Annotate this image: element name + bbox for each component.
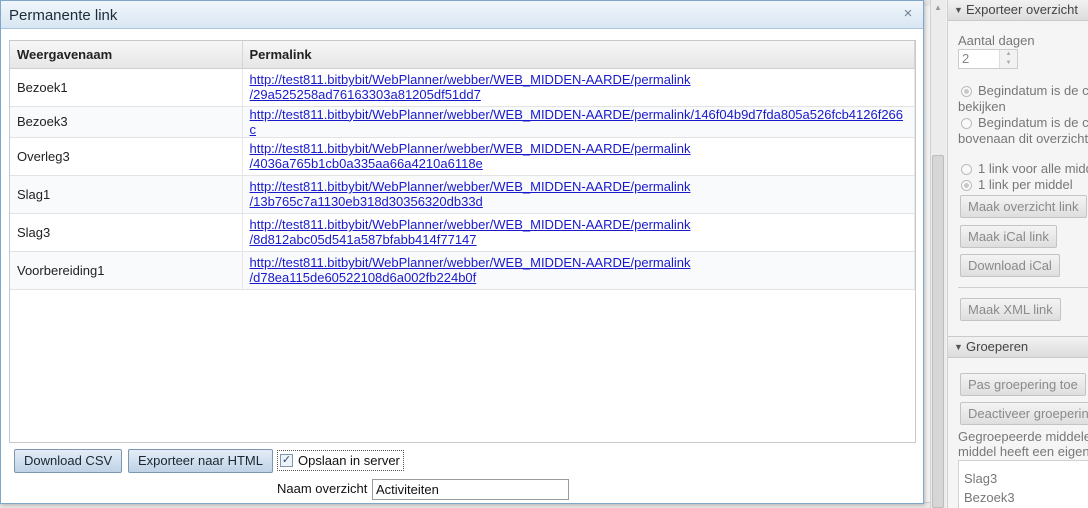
radio-start-date-view-label: Begindatum is de c bbox=[978, 83, 1088, 98]
row-display-name: Bezoek1 bbox=[10, 68, 243, 107]
row-display-name: Bezoek3 bbox=[10, 106, 243, 138]
radio-start-date-top-label: Begindatum is de c bbox=[978, 115, 1088, 130]
days-spinner[interactable]: 2 ▲ ▼ bbox=[958, 49, 1018, 69]
row-permalink-cell: http://test811.bitbybit/WebPlanner/webbe… bbox=[242, 137, 915, 176]
download-csv-button[interactable]: Download CSV bbox=[14, 449, 123, 473]
row-display-name: Slag3 bbox=[10, 213, 243, 252]
permalink-link[interactable]: http://test811.bitbybit/WebPlanner/webbe… bbox=[250, 107, 908, 137]
permalink-link[interactable]: http://test811.bitbybit/WebPlanner/webbe… bbox=[250, 72, 908, 102]
radio-one-link-per-resource[interactable] bbox=[961, 180, 972, 191]
row-display-name: Overleg3 bbox=[10, 137, 243, 176]
days-value: 2 bbox=[962, 51, 970, 66]
group-section-header[interactable]: ▼ Groeperen bbox=[948, 336, 1088, 358]
apply-grouping-button[interactable]: Pas groepering toe bbox=[960, 373, 1086, 396]
permalink-link[interactable]: http://test811.bitbybit/WebPlanner/webbe… bbox=[250, 179, 908, 209]
radio-one-link-all-label: 1 link voor alle midde bbox=[978, 161, 1088, 176]
table-row[interactable]: Voorbereiding1 http://test811.bitbybit/W… bbox=[10, 251, 915, 290]
row-permalink-cell: http://test811.bitbybit/WebPlanner/webbe… bbox=[242, 251, 915, 290]
scrollbar-thumb[interactable] bbox=[932, 155, 944, 508]
export-section-header[interactable]: ▼ Exporteer overzicht bbox=[948, 0, 1088, 21]
make-ical-link-button[interactable]: Maak iCal link bbox=[960, 225, 1057, 248]
overview-name-label: Naam overzicht bbox=[277, 481, 368, 496]
row-permalink-cell: http://test811.bitbybit/WebPlanner/webbe… bbox=[242, 68, 915, 107]
save-on-server-checkbox-row[interactable]: ✓ Opslaan in server bbox=[277, 450, 404, 471]
column-header-permalink[interactable]: Permalink bbox=[242, 41, 915, 69]
export-html-button[interactable]: Exporteer naar HTML bbox=[128, 449, 273, 473]
scroll-up-arrow-icon[interactable]: ▲ bbox=[932, 2, 944, 14]
collapse-triangle-icon: ▼ bbox=[954, 5, 963, 15]
radio-start-date-top-label-2: bovenaan dit overzicht bbox=[958, 131, 1088, 146]
save-on-server-checkbox[interactable]: ✓ bbox=[280, 454, 293, 467]
grouping-description-2: middel heeft een eigen bbox=[958, 444, 1088, 459]
make-overview-link-button[interactable]: Maak overzicht link bbox=[960, 195, 1087, 218]
dialog-title: Permanente link bbox=[9, 7, 118, 24]
overview-name-input[interactable] bbox=[372, 479, 569, 500]
table-row[interactable]: Overleg3 http://test811.bitbybit/WebPlan… bbox=[10, 137, 915, 176]
right-side-panel: ▼ Exporteer overzicht Aantal dagen 2 ▲ ▼ … bbox=[947, 0, 1088, 508]
table-row[interactable]: Bezoek1 http://test811.bitbybit/WebPlann… bbox=[10, 68, 915, 107]
save-on-server-label: Opslaan in server bbox=[298, 453, 400, 468]
row-display-name: Slag1 bbox=[10, 175, 243, 214]
permalink-link[interactable]: http://test811.bitbybit/WebPlanner/webbe… bbox=[250, 255, 908, 285]
list-item[interactable]: Slag3 bbox=[964, 469, 1083, 488]
radio-start-date-top[interactable] bbox=[961, 118, 972, 129]
collapse-triangle-icon: ▼ bbox=[954, 342, 963, 352]
list-item[interactable]: Bezoek3 bbox=[964, 488, 1083, 507]
column-header-display-name[interactable]: Weergavenaam bbox=[10, 41, 243, 69]
row-display-name: Voorbereiding1 bbox=[10, 251, 243, 290]
permalink-link[interactable]: http://test811.bitbybit/WebPlanner/webbe… bbox=[250, 141, 908, 171]
close-icon[interactable]: × bbox=[901, 5, 915, 23]
radio-start-date-view[interactable] bbox=[961, 86, 972, 97]
table-row[interactable]: Bezoek3 http://test811.bitbybit/WebPlann… bbox=[10, 106, 915, 138]
permalink-dialog: Permanente link × Weergavenaam Permalink… bbox=[0, 0, 924, 504]
table-header-row: Weergavenaam Permalink bbox=[10, 41, 915, 69]
download-ical-button[interactable]: Download iCal bbox=[960, 254, 1060, 277]
radio-start-date-view-label-2: bekijken bbox=[958, 99, 1006, 114]
row-permalink-cell: http://test811.bitbybit/WebPlanner/webbe… bbox=[242, 106, 915, 138]
grouped-resources-list[interactable]: Slag3 Bezoek3 bbox=[958, 460, 1088, 508]
table-row[interactable]: Slag1 http://test811.bitbybit/WebPlanner… bbox=[10, 175, 915, 214]
radio-one-link-all[interactable] bbox=[961, 164, 972, 175]
spinner-arrows-icon[interactable]: ▲ ▼ bbox=[999, 50, 1017, 68]
grouping-description: Gegroepeerde middele bbox=[958, 429, 1088, 444]
row-permalink-cell: http://test811.bitbybit/WebPlanner/webbe… bbox=[242, 175, 915, 214]
make-xml-link-button[interactable]: Maak XML link bbox=[960, 298, 1061, 321]
divider bbox=[958, 287, 1088, 288]
row-permalink-cell: http://test811.bitbybit/WebPlanner/webbe… bbox=[242, 213, 915, 252]
days-label: Aantal dagen bbox=[958, 33, 1035, 48]
dialog-titlebar[interactable]: Permanente link × bbox=[1, 1, 923, 29]
table-row[interactable]: Slag3 http://test811.bitbybit/WebPlanner… bbox=[10, 213, 915, 252]
permalink-table: Weergavenaam Permalink Bezoek1 http://te… bbox=[9, 40, 916, 443]
permalink-link[interactable]: http://test811.bitbybit/WebPlanner/webbe… bbox=[250, 217, 908, 247]
deactivate-grouping-button[interactable]: Deactiveer groeperin bbox=[960, 402, 1088, 425]
radio-one-link-per-resource-label: 1 link per middel bbox=[978, 177, 1073, 192]
